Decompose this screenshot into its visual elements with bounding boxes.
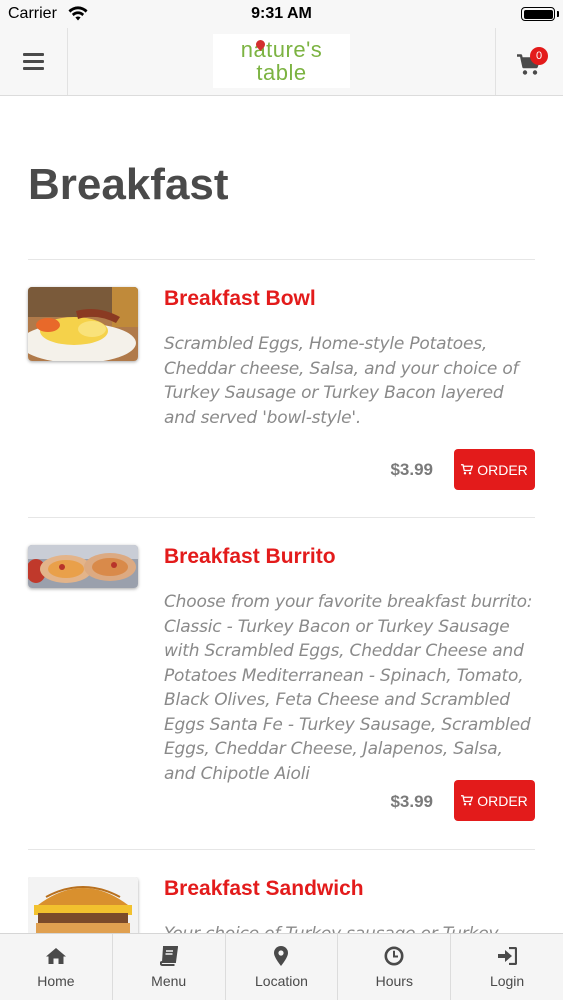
tab-hours[interactable]: Hours: [338, 934, 452, 1000]
tab-label: Hours: [375, 973, 413, 989]
hamburger-icon: [23, 53, 44, 70]
item-name[interactable]: Breakfast Sandwich: [164, 877, 364, 901]
item-name[interactable]: Breakfast Burrito: [164, 545, 336, 569]
item-photo[interactable]: [28, 287, 138, 361]
brand-logo: nature's table: [213, 34, 350, 88]
item-description: Your choice of Turkey sausage or Turkey …: [164, 922, 535, 933]
order-button[interactable]: ORDER: [454, 449, 535, 490]
status-bar: Carrier 9:31 AM: [0, 0, 563, 28]
divider: [28, 517, 535, 518]
menu-button[interactable]: [0, 28, 68, 95]
item-price: $3.99: [390, 792, 433, 811]
battery-icon: [521, 7, 555, 21]
divider: [28, 849, 535, 850]
item-name[interactable]: Breakfast Bowl: [164, 287, 316, 311]
order-button[interactable]: ORDER: [454, 780, 535, 821]
cart-icon: [461, 795, 474, 806]
tab-label: Menu: [151, 973, 187, 989]
tab-label: Location: [255, 973, 308, 989]
clock-icon: [384, 945, 404, 967]
menu-item-breakfast-sandwich[interactable]: Breakfast Sandwich Your choice of Turkey…: [28, 877, 535, 933]
bottom-tab-bar: Home Menu Location Hours Login: [0, 933, 563, 1000]
item-description: Scrambled Eggs, Home-style Potatoes, Che…: [164, 334, 519, 428]
logo-text-bottom: table: [256, 60, 307, 85]
tab-label: Login: [489, 973, 525, 989]
divider: [28, 259, 535, 260]
order-button-label: ORDER: [477, 792, 528, 809]
cart-count-badge: 0: [530, 47, 548, 65]
order-button-label: ORDER: [477, 461, 528, 478]
menu-item-breakfast-bowl[interactable]: Breakfast Bowl Scrambled Eggs, Home-styl…: [28, 287, 535, 492]
tab-menu[interactable]: Menu: [113, 934, 226, 1000]
clock-label: 9:31 AM: [251, 5, 312, 22]
tab-location[interactable]: Location: [226, 934, 339, 1000]
book-icon: [159, 945, 178, 967]
tab-login[interactable]: Login: [451, 934, 563, 1000]
menu-item-breakfast-burrito[interactable]: Breakfast Burrito Choose from your favor…: [28, 545, 535, 825]
login-icon: [497, 945, 518, 967]
item-photo[interactable]: [28, 545, 138, 588]
cart-icon: [461, 464, 474, 475]
item-description: Choose from your favorite breakfast burr…: [164, 592, 533, 784]
logo-text-top: nature's: [240, 37, 323, 62]
item-photo[interactable]: [28, 877, 138, 933]
app-header: nature's table 0: [0, 28, 563, 96]
item-price: $3.99: [390, 460, 433, 479]
home-icon: [45, 945, 67, 967]
tab-home[interactable]: Home: [0, 934, 113, 1000]
tab-label: Home: [37, 973, 75, 989]
cart-button[interactable]: 0: [495, 28, 563, 95]
map-pin-icon: [274, 945, 289, 967]
page-title: Breakfast: [28, 160, 229, 209]
